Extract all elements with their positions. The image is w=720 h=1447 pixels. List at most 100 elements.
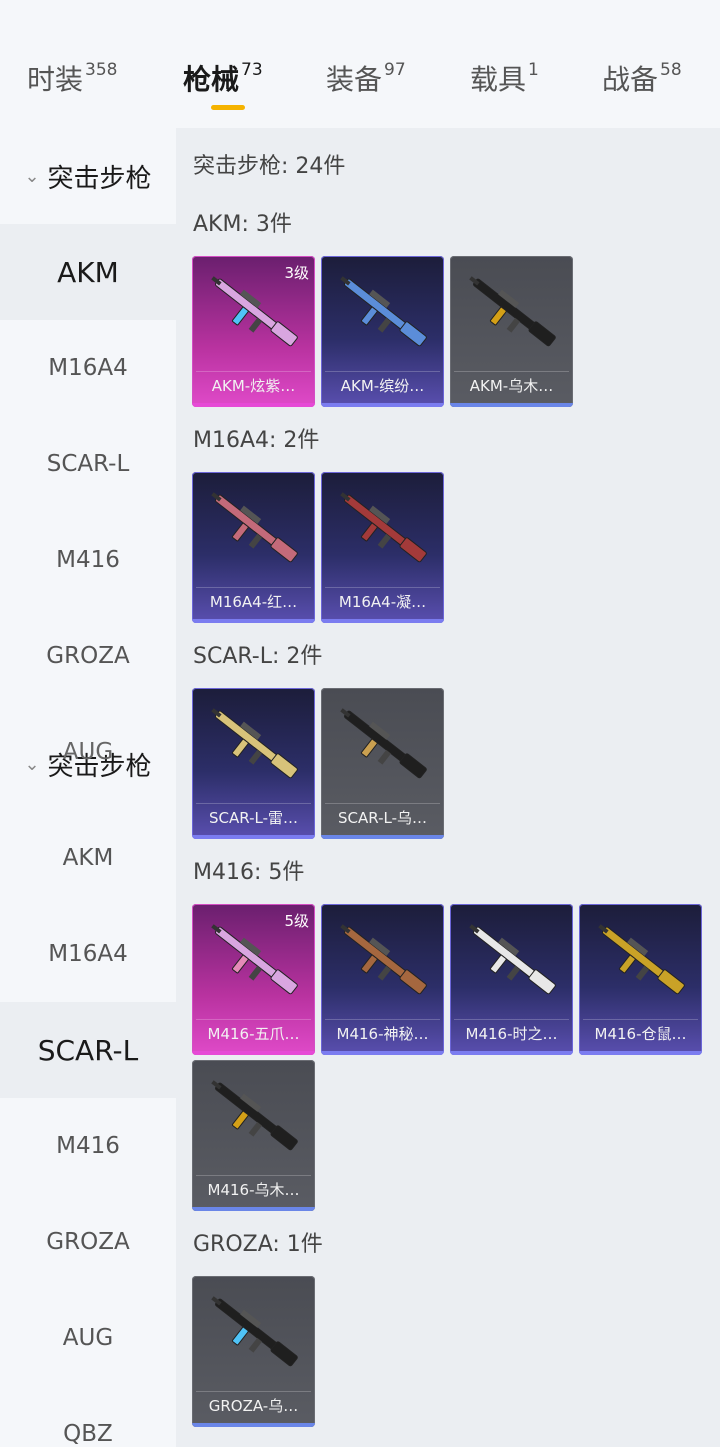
skin-level-badge: 3级 (284, 264, 309, 282)
tab-equipment[interactable]: 装备 97 (326, 58, 406, 98)
weapon-skin-card[interactable]: M16A4-凝… (321, 472, 444, 623)
card-divider (454, 371, 569, 372)
sidebar-item-akm[interactable]: AKM (0, 224, 176, 320)
rarity-bar (321, 1051, 444, 1055)
rarity-bar (579, 1051, 702, 1055)
tab-count: 1 (528, 60, 539, 80)
rifle-icon (211, 1080, 298, 1151)
sidebar-item-groza[interactable]: GROZA (0, 1194, 176, 1290)
rifle-icon (340, 708, 427, 779)
weapon-type-sidebar: ⌄ 突击步枪 AKM M16A4 SCAR-L M416 GROZA ⌄ 突击步… (0, 128, 176, 1447)
card-divider (325, 803, 440, 804)
weapon-skin-card[interactable]: 5级 M416-五爪… (192, 904, 315, 1055)
active-tab-indicator (211, 105, 245, 110)
sidebar-item-label: SCAR-L (37, 1033, 139, 1067)
weapon-skin-list: 突击步枪: 24件 AKM: 3件 3级 AKM-炫紫… AKM-缤纷… AKM-乌木…… (176, 128, 720, 1447)
card-divider (325, 587, 440, 588)
rarity-bar (192, 1051, 315, 1055)
sidebar-item-m16a4[interactable]: M16A4 (0, 906, 176, 1002)
rarity-bar (192, 1207, 315, 1211)
card-divider (196, 1019, 311, 1020)
sidebar-item-scar-l[interactable]: SCAR-L (0, 416, 176, 512)
rifle-icon (211, 492, 298, 563)
tab-combat-gear[interactable]: 战备 58 (602, 58, 682, 98)
weapon-skin-card[interactable]: M416-神秘… (321, 904, 444, 1055)
card-divider (196, 803, 311, 804)
tab-count: 73 (241, 60, 263, 80)
group-title: AKM: 3件 (193, 212, 292, 237)
weapon-skin-card[interactable]: SCAR-L-乌… (321, 688, 444, 839)
sidebar-item-label: QBZ (63, 1421, 113, 1447)
rifle-icon (469, 924, 556, 995)
skin-level-badge: 5级 (284, 912, 309, 930)
tab-firearms[interactable]: 枪械 73 (183, 58, 263, 98)
weapon-skin-card[interactable]: 3级 AKM-炫紫… (192, 256, 315, 407)
tab-count: 97 (384, 60, 406, 80)
sidebar-item-groza[interactable]: GROZA (0, 608, 176, 704)
sidebar-category-assault-rifles[interactable]: ⌄ 突击步枪 (0, 128, 176, 224)
sidebar-item-akm[interactable]: AKM (0, 810, 176, 906)
card-divider (583, 1019, 698, 1020)
tab-label: 枪械 (183, 63, 240, 96)
skin-name: GROZA-乌… (208, 1397, 299, 1415)
weapon-skin-card[interactable]: AKM-缤纷… (321, 256, 444, 407)
weapon-skin-card[interactable]: M416-时之… (450, 904, 573, 1055)
sidebar-item-scar-l[interactable]: SCAR-L (0, 1002, 176, 1098)
weapon-skin-card[interactable]: M416-仓鼠… (579, 904, 702, 1055)
card-divider (325, 371, 440, 372)
tab-label: 载具 (470, 63, 527, 96)
weapon-skin-card[interactable]: M416-乌木… (192, 1060, 315, 1211)
skin-name: AKM-缤纷… (340, 377, 425, 395)
sidebar-item-label: AUG (62, 1325, 114, 1351)
rarity-bar (321, 619, 444, 623)
skin-name: AKM-炫紫… (211, 377, 296, 395)
rarity-bar (450, 1051, 573, 1055)
sidebar-item-label: AKM (57, 255, 119, 289)
card-divider (196, 587, 311, 588)
sidebar-item-m416[interactable]: M416 (0, 1098, 176, 1194)
sidebar-item-label: M16A4 (48, 941, 128, 967)
sidebar-item-label: SCAR-L (46, 451, 130, 477)
group-title: GROZA: 1件 (193, 1232, 323, 1257)
rifle-icon (211, 1296, 298, 1367)
sidebar-item-m16a4[interactable]: M16A4 (0, 320, 176, 416)
card-divider (196, 371, 311, 372)
rifle-icon (340, 924, 427, 995)
sidebar-item-label: M416 (56, 1133, 120, 1159)
rifle-icon (211, 708, 298, 779)
card-divider (325, 1019, 440, 1020)
skin-name: SCAR-L-雷… (209, 809, 298, 827)
rarity-bar (192, 1423, 315, 1427)
tab-count: 358 (85, 60, 118, 80)
sidebar-item-aug[interactable]: AUG (0, 1290, 176, 1386)
weapon-skin-card[interactable]: M16A4-红… (192, 472, 315, 623)
rifle-icon (340, 276, 427, 347)
card-divider (454, 1019, 569, 1020)
skin-name: M416-神秘… (336, 1025, 429, 1043)
skin-name: AKM-乌木… (469, 377, 554, 395)
skin-name: M16A4-凝… (338, 593, 427, 611)
rifle-icon (469, 276, 556, 347)
sidebar-item-label: M16A4 (48, 355, 128, 381)
sidebar-item-aug[interactable]: AUG (0, 704, 176, 800)
tab-label: 装备 (326, 63, 383, 96)
skin-name: M16A4-红… (209, 593, 298, 611)
card-divider (196, 1391, 311, 1392)
sidebar-item-m416[interactable]: M416 (0, 512, 176, 608)
weapon-skin-card[interactable]: AKM-乌木… (450, 256, 573, 407)
weapon-skin-card[interactable]: SCAR-L-雷… (192, 688, 315, 839)
group-title: SCAR-L: 2件 (193, 644, 323, 669)
weapon-skin-card[interactable]: GROZA-乌… (192, 1276, 315, 1427)
sidebar-item-label: AKM (62, 845, 114, 871)
rarity-bar (192, 835, 315, 839)
tab-label: 时装 (27, 63, 84, 96)
skin-name: M416-乌木… (207, 1181, 300, 1199)
tab-fashion[interactable]: 时装 358 (27, 58, 117, 98)
tab-label: 战备 (602, 63, 659, 96)
sidebar-item-qbz[interactable]: QBZ (0, 1386, 176, 1447)
sidebar-item-label: M416 (56, 547, 120, 573)
sidebar-item-label: GROZA (46, 643, 130, 669)
rarity-bar (321, 835, 444, 839)
skin-name: M416-五爪… (207, 1025, 300, 1043)
tab-vehicles[interactable]: 载具 1 (470, 58, 539, 98)
